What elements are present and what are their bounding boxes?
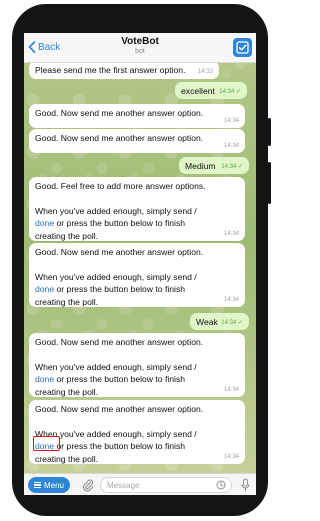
- message-time: 14:34 ✓: [219, 88, 241, 95]
- incoming-message: Good. Now send me another answer option.…: [29, 243, 245, 307]
- message-time: 14:34: [223, 117, 239, 124]
- microphone-icon[interactable]: [241, 478, 250, 492]
- checkbox-icon: [236, 41, 249, 54]
- chat-header: Back VoteBot bot: [24, 33, 256, 63]
- phone-volume-button: [268, 118, 271, 146]
- menu-label: Menu: [43, 480, 64, 490]
- incoming-message: Good. Feel free to add more answer optio…: [29, 177, 245, 241]
- incoming-message: Good. Now send me another answer option.…: [29, 129, 245, 153]
- message-time: 14:34: [223, 230, 239, 237]
- incoming-message: Good. Now send me another answer option.…: [29, 333, 245, 397]
- menu-button[interactable]: Menu: [28, 477, 70, 493]
- done-command-link[interactable]: done: [35, 374, 54, 384]
- message-time: 14:34: [223, 386, 239, 393]
- chat-title: VoteBot: [121, 36, 159, 47]
- chat-screen: Back VoteBot bot Please send me the firs…: [24, 33, 256, 495]
- double-check-icon: ✓: [237, 319, 243, 326]
- paperclip-icon[interactable]: [82, 478, 94, 492]
- message-time: 14:33: [197, 68, 213, 75]
- double-check-icon: ✓: [237, 163, 243, 170]
- outgoing-message: Medium 14:34 ✓: [179, 157, 249, 174]
- message-input-bar: Menu: [24, 473, 256, 495]
- message-time: 14:34: [223, 453, 239, 460]
- message-time: 14:34 ✓: [221, 163, 243, 170]
- chat-title-area[interactable]: VoteBot bot: [24, 36, 256, 55]
- done-command-link[interactable]: done: [35, 218, 54, 228]
- bot-avatar-button[interactable]: [233, 38, 252, 57]
- incoming-message: Please send me the first answer option. …: [29, 61, 219, 79]
- phone-power-button: [268, 162, 271, 204]
- message-time: 14:34: [223, 142, 239, 149]
- chat-subtitle: bot: [135, 48, 145, 55]
- incoming-message: Good. Now send me another answer option.…: [29, 400, 245, 464]
- timer-icon[interactable]: [216, 480, 226, 490]
- menu-icon: [33, 482, 41, 488]
- message-time: 14:34: [223, 296, 239, 303]
- message-time: 14:34 ✓: [221, 319, 243, 326]
- outgoing-message: Weak 14:34 ✓: [190, 313, 249, 330]
- highlight-box: [33, 436, 60, 451]
- done-command-link[interactable]: done: [35, 284, 54, 294]
- incoming-message: Good. Now send me another answer option.…: [29, 104, 245, 128]
- message-input[interactable]: [100, 477, 232, 493]
- outgoing-message: excellent 14:34 ✓: [175, 82, 247, 99]
- double-check-icon: ✓: [235, 88, 241, 95]
